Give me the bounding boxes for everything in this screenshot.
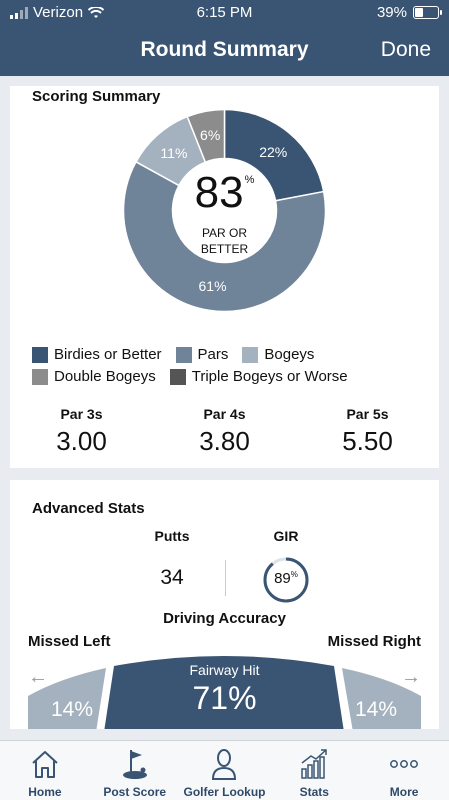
gir-value-number: 89	[274, 570, 291, 587]
par-label: Par 3s	[60, 406, 103, 422]
tab-golfer-lookup[interactable]: Golfer Lookup	[180, 741, 270, 800]
stats-chart-icon	[301, 749, 328, 779]
battery: 39%	[376, 4, 442, 21]
golf-flag-icon	[122, 750, 147, 779]
fairway-hit-value: 71%	[192, 680, 257, 716]
scoring-summary-card: Scoring Summary 22% 61% 11% 6% 83% PAR OR B…	[10, 86, 439, 468]
missed-left-value: 14%	[50, 698, 94, 721]
tab-label: Post Score	[103, 785, 167, 799]
legend-label: Pars	[197, 346, 229, 363]
gir-label: GIR	[262, 528, 310, 544]
battery-icon	[413, 6, 442, 19]
putts-label-text: Putts	[154, 528, 190, 544]
legend-item: Pars	[175, 344, 229, 366]
advanced-stats-card: Advanced Stats Putts 34 GIR 89% Driving …	[10, 480, 439, 729]
par-averages: Par 3s 3.00 Par 4s 3.80 Par 5s 5.50	[10, 406, 439, 457]
par-value: 5.50	[342, 426, 393, 456]
home-icon	[32, 751, 58, 778]
tab-label: Golfer Lookup	[183, 785, 266, 799]
legend-swatch	[32, 347, 48, 363]
scoring-donut-chart: 22% 61% 11% 6% 83% PAR OR BETTER	[122, 108, 327, 313]
legend-item: Bogeys	[242, 344, 314, 366]
legend-item: Double Bogeys	[32, 366, 156, 388]
tab-more[interactable]: More	[359, 741, 449, 800]
status-bar: Verizon 6:15 PM 39%	[0, 0, 449, 26]
legend-swatch	[32, 369, 48, 385]
par-value: 3.80	[199, 426, 250, 456]
legend-label: Double Bogeys	[54, 368, 156, 385]
scoring-summary-title: Scoring Summary	[32, 88, 161, 105]
done-button[interactable]: Done	[381, 38, 431, 62]
par-3-average: Par 3s 3.00	[10, 406, 153, 457]
more-dots-icon	[390, 760, 419, 768]
tab-post-score[interactable]: Post Score	[90, 741, 180, 800]
par-label: Par 5s	[346, 406, 389, 422]
top-bar: Verizon 6:15 PM 39% Round Summary Done	[0, 0, 449, 76]
legend-item: Birdies or Better	[32, 344, 162, 366]
center-line-1: PAR OR	[201, 226, 248, 240]
tab-label: Home	[28, 785, 62, 799]
missed-left-label: Missed Left	[28, 633, 111, 650]
gir-value: 89%	[262, 570, 310, 587]
tab-bar: Home Post Score Golfer Lookup Stats More	[0, 740, 449, 800]
legend-swatch	[169, 369, 186, 385]
tab-stats[interactable]: Stats	[269, 741, 359, 800]
putts-value: 34	[160, 566, 184, 589]
gir-value-unit: %	[290, 570, 298, 579]
legend-label: Birdies or Better	[54, 346, 162, 363]
legend-item: Triple Bogeys or Worse	[169, 366, 348, 388]
gir-label-text: GIR	[273, 528, 299, 544]
center-line-2: BETTER	[200, 242, 249, 256]
legend-swatch	[242, 347, 259, 363]
par-value: 3.00	[56, 426, 107, 456]
legend-label: Bogeys	[264, 346, 315, 363]
fairway-hit-label: Fairway Hit	[189, 662, 260, 678]
legend-swatch	[175, 347, 192, 363]
putts-label: Putts	[140, 528, 204, 544]
tab-home[interactable]: Home	[0, 741, 90, 800]
battery-percent: 39%	[376, 4, 407, 21]
legend-label: Triple Bogeys or Worse	[191, 368, 348, 385]
par-5-average: Par 5s 5.50	[296, 406, 439, 457]
missed-right-value: 14%	[354, 698, 398, 721]
par-label: Par 4s	[203, 406, 246, 422]
divider	[225, 560, 226, 596]
missed-right-label: Missed Right	[327, 633, 421, 650]
tab-label: More	[389, 785, 419, 799]
par-4-average: Par 4s 3.80	[153, 406, 296, 457]
par-or-better-unit: %	[244, 174, 255, 186]
driving-accuracy-title: Driving Accuracy	[163, 610, 286, 627]
advanced-stats-title: Advanced Stats	[32, 500, 145, 517]
chart-legend: Birdies or Better Pars Bogeys Double Bog…	[32, 344, 432, 388]
tab-label: Stats	[299, 785, 329, 799]
par-or-better-value: 83	[194, 168, 244, 217]
person-icon	[212, 749, 237, 780]
donut-center: 83% PAR OR BETTER	[122, 108, 327, 313]
